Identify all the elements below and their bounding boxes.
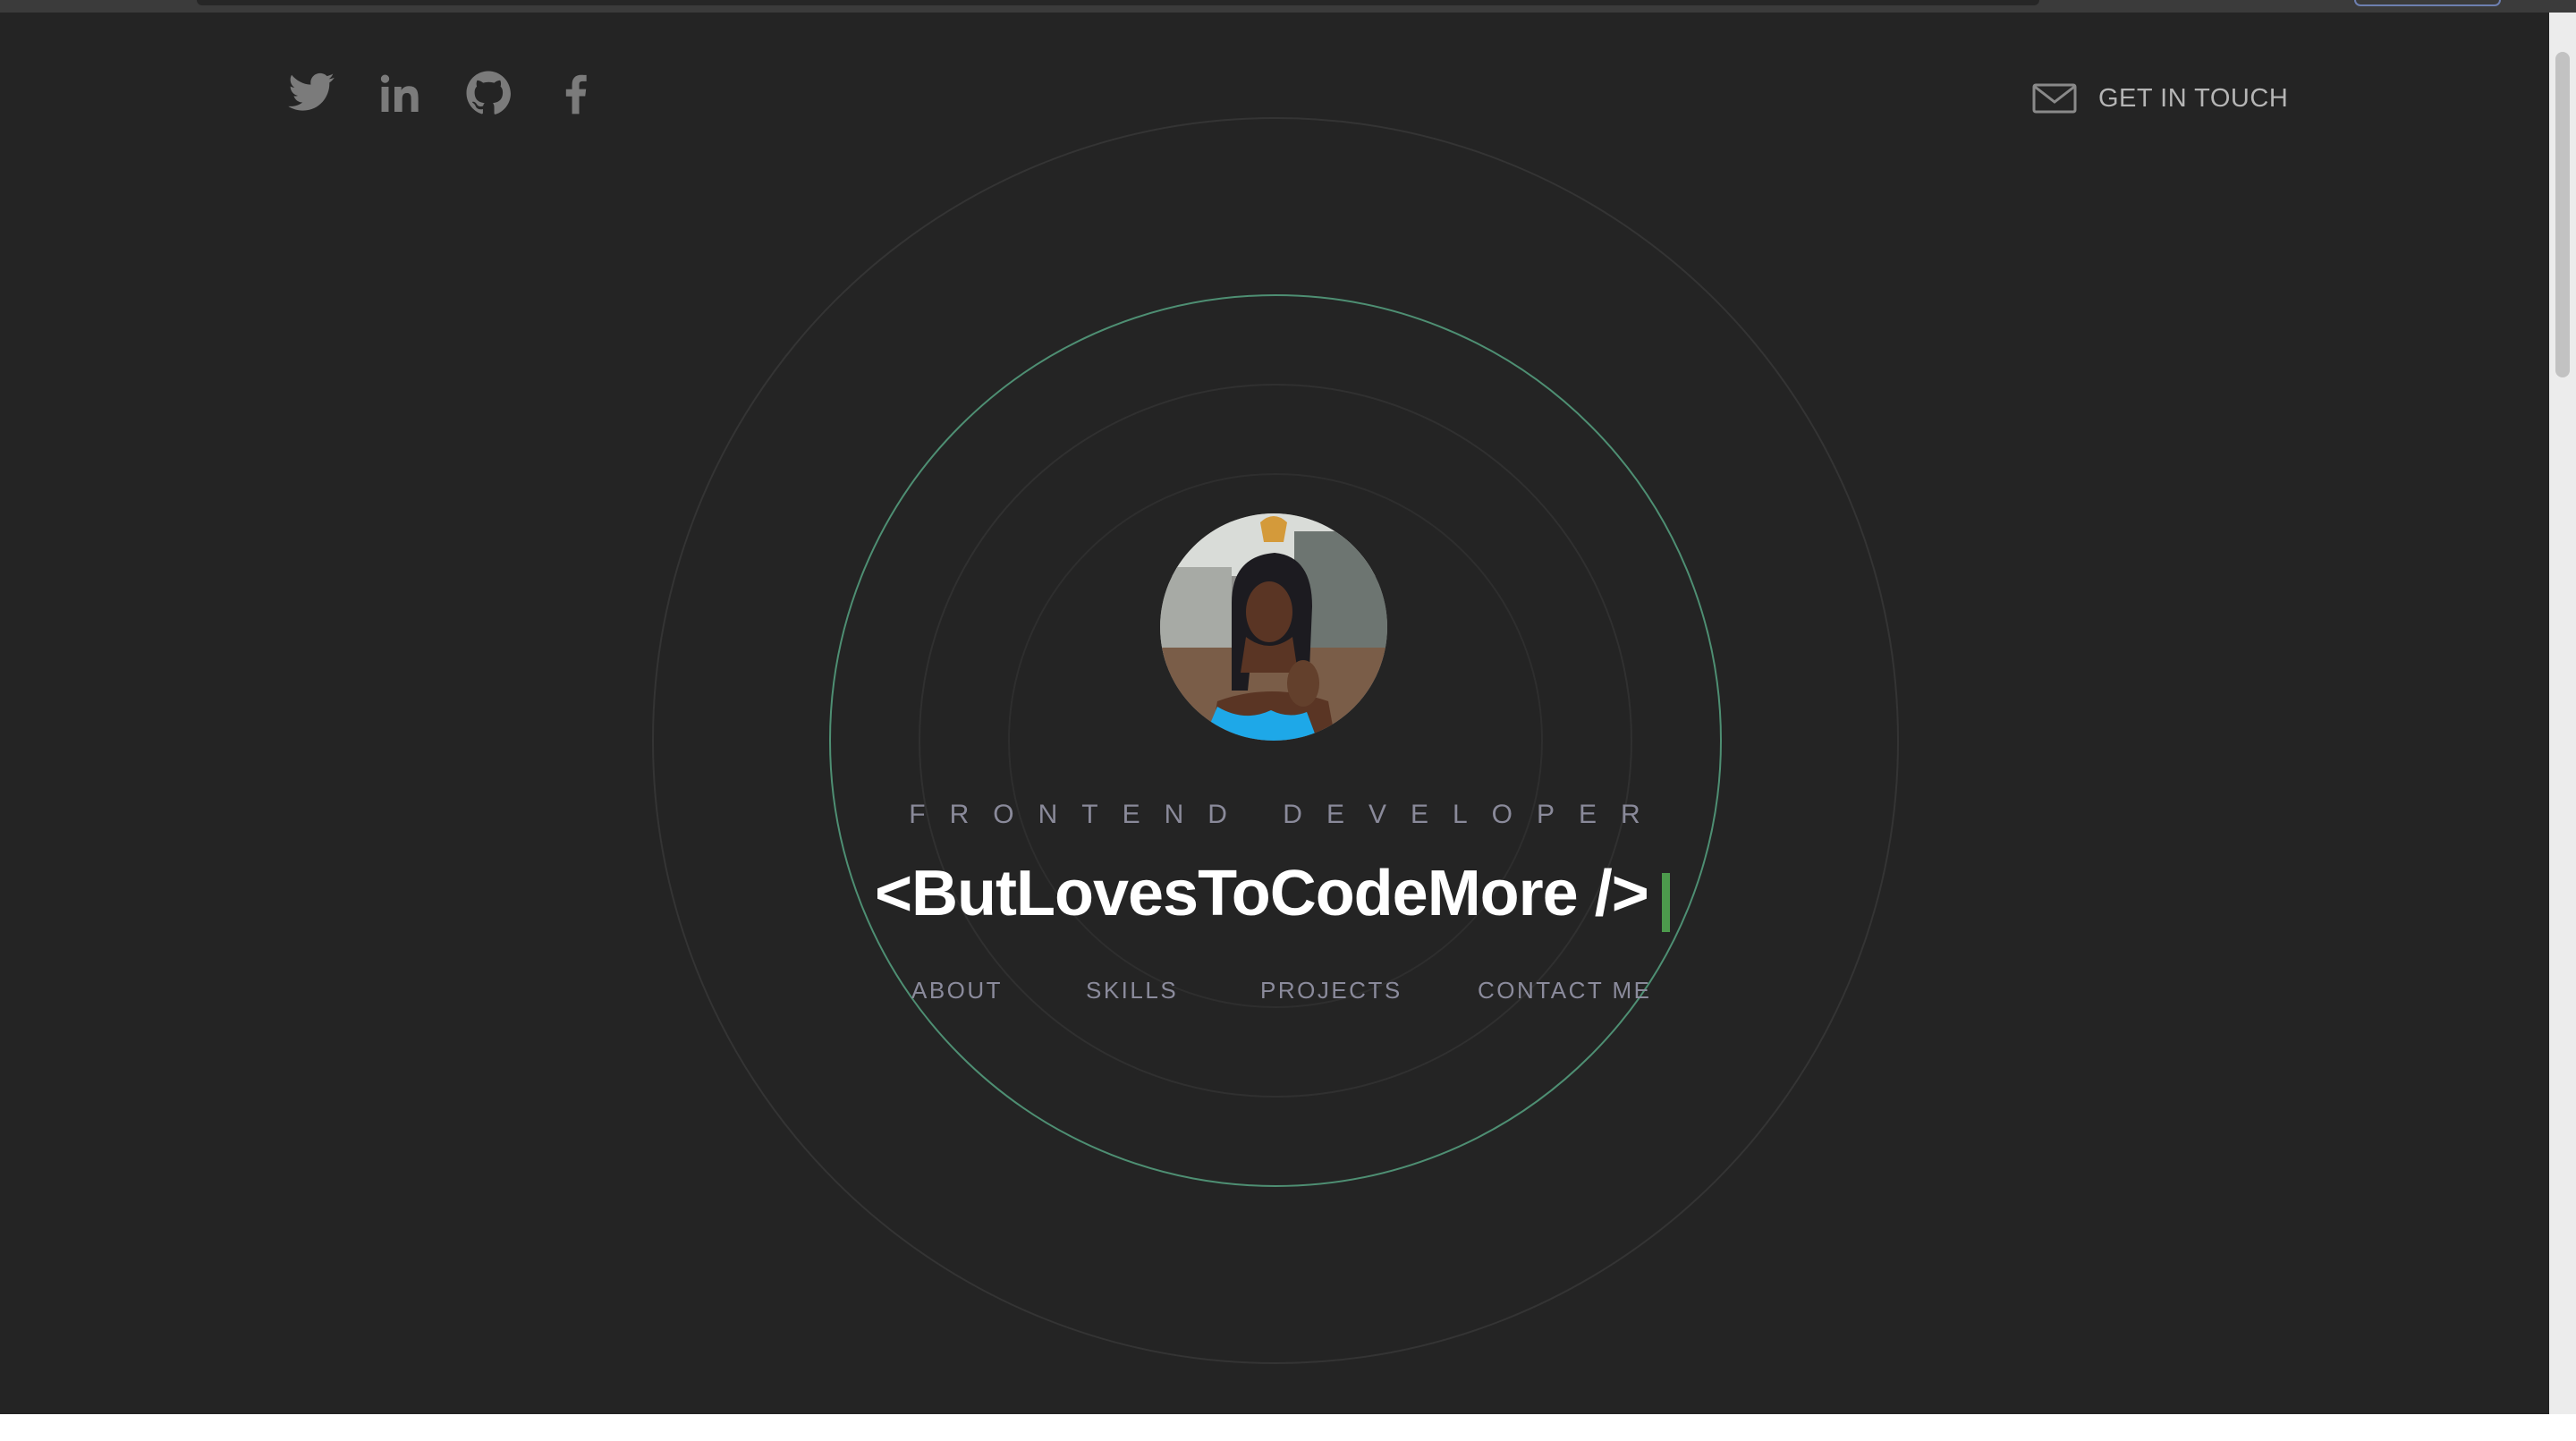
avatar [1160,513,1387,741]
role-subtitle: FRONTEND DEVELOPER [909,800,1665,829]
get-in-touch-label: GET IN TOUCH [2098,83,2289,113]
main-nav: ABOUT SKILLS PROJECTS CONTACT ME [0,977,2549,1013]
nav-skills[interactable]: SKILLS [1086,977,1178,1004]
nav-contact-me[interactable]: CONTACT ME [1478,977,1651,1004]
linkedin-icon[interactable] [376,68,426,118]
typing-cursor [1662,873,1670,932]
accent-ring [829,294,1722,1187]
page-viewport: GET IN TOUCH FRONTEND DEVELOPER <ButLove… [0,13,2549,1414]
browser-button[interactable] [2354,0,2501,6]
headline: <ButLovesToCodeMore /> [875,858,1649,929]
outer-ring [652,117,1899,1364]
facebook-icon[interactable] [551,68,601,118]
twitter-icon[interactable] [286,68,336,118]
nav-projects[interactable]: PROJECTS [1260,977,1402,1004]
browser-top-strip [0,0,2576,13]
get-in-touch-link[interactable]: GET IN TOUCH [2032,79,2288,118]
github-icon[interactable] [463,68,513,118]
scrollbar-thumb[interactable] [2555,52,2570,377]
address-bar[interactable] [197,0,2039,5]
mail-icon [2032,83,2077,114]
nav-about[interactable]: ABOUT [911,977,1003,1004]
bottom-strip [0,1414,2576,1441]
